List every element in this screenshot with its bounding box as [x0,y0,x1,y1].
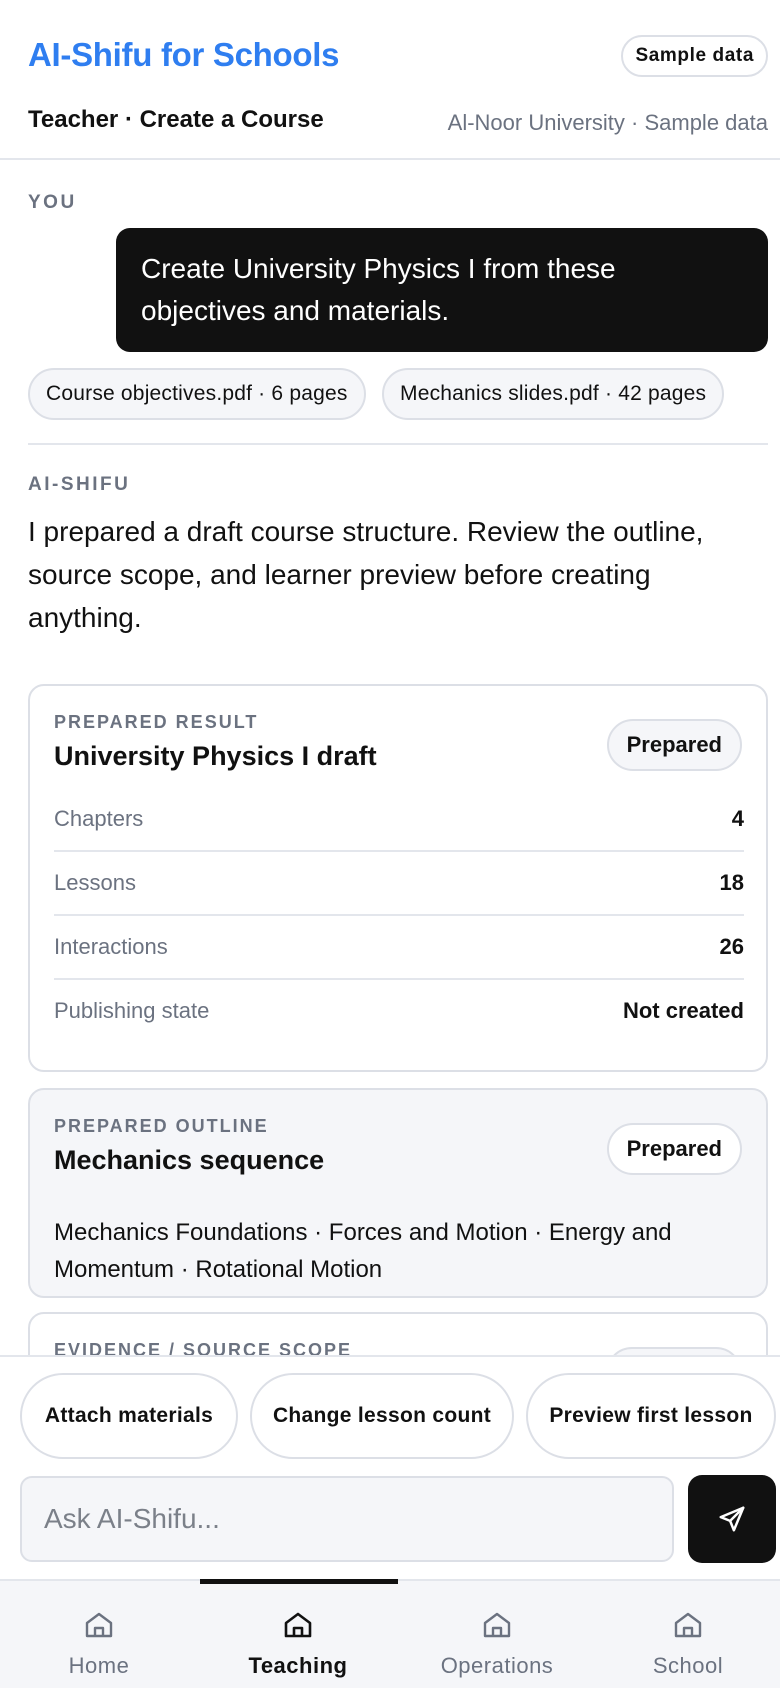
app-header: AI-Shifu for Schools Sample data Teacher… [0,0,780,160]
stat-row: Publishing state Not created [54,978,744,1042]
stat-row: Chapters 4 [54,786,744,850]
nav-item-home[interactable]: Home [0,1581,198,1688]
home-icon [284,1612,312,1638]
nav-label: Operations [440,1653,554,1678]
card-title: Mechanics sequence [54,1145,325,1175]
stat-key: Interactions [54,934,168,959]
action-bar: Attach materials Change lesson count Pre… [0,1355,780,1579]
evidence-card: EVIDENCE / SOURCE SCOPE [28,1312,768,1355]
prepared-outline-card: PREPARED OUTLINE Mechanics sequence Prep… [28,1088,768,1298]
ask-input[interactable] [20,1476,674,1562]
attachment-chip[interactable]: Mechanics slides.pdf · 42 pages [382,368,725,420]
attach-materials-button[interactable]: Attach materials [20,1373,238,1459]
card-label: PREPARED RESULT [54,712,259,732]
user-message-bubble: Create University Physics I from these o… [116,228,768,352]
nav-item-operations[interactable]: Operations [398,1581,596,1688]
attachment-chip[interactable]: Course objectives.pdf · 6 pages [28,368,366,420]
status-badge [606,1347,742,1355]
home-icon [85,1612,113,1638]
nav-item-school[interactable]: School [596,1581,780,1688]
preview-first-lesson-button[interactable]: Preview first lesson [526,1373,776,1459]
send-button[interactable] [688,1475,776,1563]
outline-sequence: Mechanics Foundations · Forces and Motio… [54,1219,672,1283]
home-icon [674,1612,702,1638]
prepared-result-card: PREPARED RESULT University Physics I dra… [28,684,768,1072]
nav-label: Home [68,1653,130,1678]
stat-value: 26 [719,934,744,959]
home-icon [483,1612,511,1638]
nav-item-teaching[interactable]: Teaching [198,1581,398,1688]
you-label: YOU [28,192,77,213]
status-badge: Prepared [606,719,742,771]
stat-key: Chapters [54,806,144,831]
stat-row: Interactions 26 [54,914,744,978]
stat-row: Lessons 18 [54,850,744,914]
conversation-area[interactable]: YOU Create University Physics I from the… [0,162,780,1355]
card-label: EVIDENCE / SOURCE SCOPE [54,1340,353,1355]
organization-label: Al-Noor University · Sample data [447,110,768,135]
message-divider [28,443,768,445]
sample-data-badge: Sample data [621,35,768,77]
card-label: PREPARED OUTLINE [54,1116,269,1136]
send-icon [719,1506,745,1532]
card-title: University Physics I draft [54,741,377,771]
stat-value: Not created [622,998,744,1023]
stat-key: Publishing state [54,998,210,1023]
page-subtitle: Teacher · Create a Course [28,106,324,133]
bottom-nav: Home Teaching Operations School [0,1579,780,1688]
nav-label: Teaching [248,1653,348,1678]
ai-label: AI-SHIFU [28,474,131,495]
ai-message: I prepared a draft course structure. Rev… [28,516,704,633]
stat-value: 4 [731,806,744,831]
stat-key: Lessons [54,870,136,895]
nav-label: School [652,1653,724,1678]
stat-value: 18 [719,870,744,895]
change-lesson-count-button[interactable]: Change lesson count [250,1373,514,1459]
brand-title[interactable]: AI-Shifu for Schools [28,36,339,74]
status-badge: Prepared [606,1123,742,1175]
